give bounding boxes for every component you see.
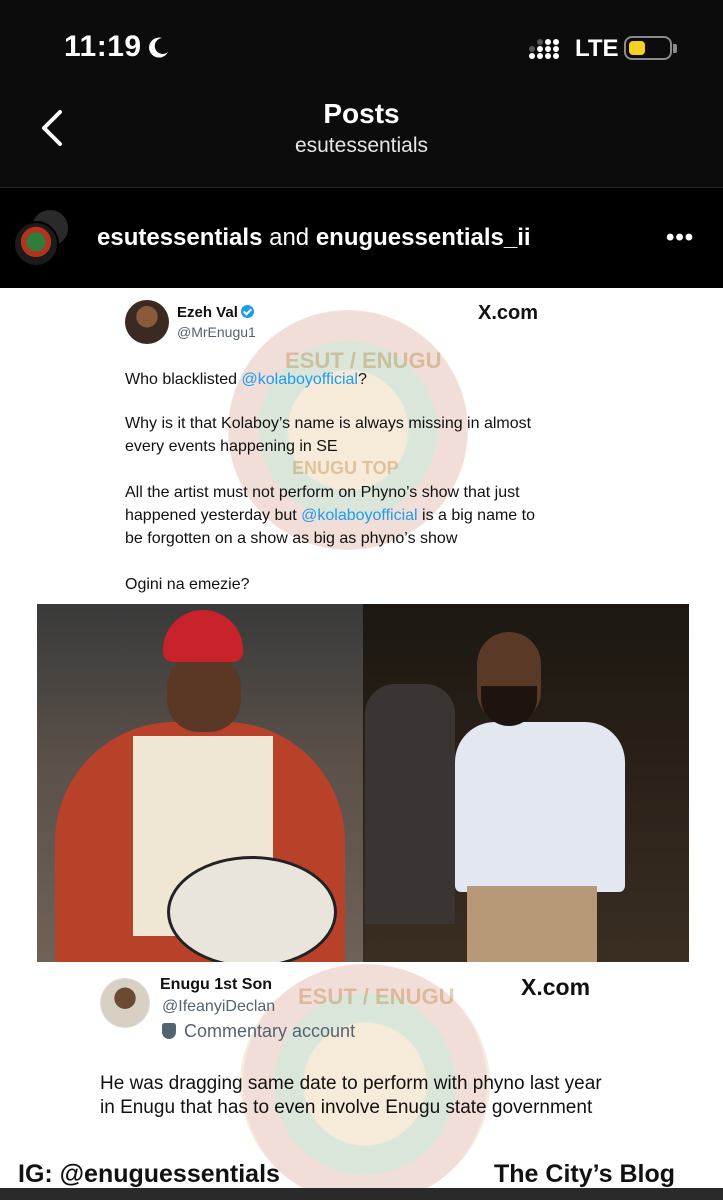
verified-icon xyxy=(240,305,254,318)
tweet2-avatar xyxy=(100,978,150,1028)
page-title: Posts xyxy=(323,98,400,129)
footer-blog-name: The City’s Blog xyxy=(494,1160,676,1188)
mention-link: @kolaboyofficial xyxy=(241,371,358,388)
post-header: esutessentials and enuguessentials_ii ••… xyxy=(0,188,723,288)
tweet1-handle: @MrEnugu1 xyxy=(177,324,256,340)
author-primary-link[interactable]: esutessentials xyxy=(97,224,262,251)
photo-right xyxy=(363,604,689,962)
tweet1-avatar xyxy=(125,300,169,344)
footer-ig-handle: IG: @enuguessentials xyxy=(18,1160,280,1188)
watermark-text-bottom: ESUT / ENUGU xyxy=(298,984,455,1009)
tweet2-author-name: Enugu 1st Son xyxy=(160,976,272,993)
nav-header: Posts esutessentials xyxy=(0,92,723,188)
tweet1-para2: Why is it that Kolaboy’s name is always … xyxy=(125,415,532,455)
battery-icon xyxy=(624,36,672,60)
moon-icon xyxy=(149,37,168,58)
mask-icon xyxy=(162,1023,176,1039)
tweet1-source: X.com xyxy=(478,302,539,324)
tweet2-text: He was dragging same date to perform wit… xyxy=(100,1073,602,1118)
status-time: 11:19 xyxy=(64,30,142,63)
photo-right-pants xyxy=(467,886,597,962)
photo-left-hat xyxy=(163,610,243,662)
battery-tip xyxy=(673,44,677,53)
photo-left-head xyxy=(167,652,241,732)
post-authors: esutessentials and enuguessentials_ii xyxy=(97,224,531,252)
commentary-label: Commentary account xyxy=(162,1021,355,1042)
bottom-edge xyxy=(0,1188,723,1200)
network-label: LTE xyxy=(575,35,619,62)
mention-link: @kolaboyofficial xyxy=(301,507,418,524)
tweet2-source: X.com xyxy=(521,974,591,1000)
status-bar: 11:19 LTE xyxy=(0,0,723,92)
tweet1-photos xyxy=(37,604,689,962)
more-options-icon[interactable]: ••• xyxy=(666,224,694,252)
tweet1-author-name: Ezeh Val xyxy=(177,304,238,321)
tweet1-line1: Who blacklisted @kolaboyofficial? xyxy=(125,371,367,388)
signal-icon xyxy=(529,39,559,59)
avatar-primary[interactable] xyxy=(13,221,59,267)
battery-fill xyxy=(629,41,645,55)
photo-right-beard xyxy=(481,686,537,726)
author-connector: and xyxy=(262,224,316,251)
tweet1-author: Ezeh Val xyxy=(177,304,254,321)
page-subtitle: esutessentials xyxy=(294,134,429,157)
photo-right-shirt xyxy=(455,722,625,892)
photo-right-background-person xyxy=(365,684,455,924)
tweet1-para3: All the artist must not perform on Phyno… xyxy=(125,484,535,547)
tweet2-handle: @IfeanyiDeclan xyxy=(162,998,276,1015)
watermark-text-mid: ENUGU TOP xyxy=(292,458,399,478)
photo-left-shield xyxy=(167,856,337,962)
photo-left xyxy=(37,604,363,962)
author-secondary-link[interactable]: enuguessentials_ii xyxy=(316,224,531,251)
tweet1-para4: Ogini na emezie? xyxy=(125,576,250,593)
post-image[interactable]: ESUT / ENUGU ENUGU TOP ESUT / ENUGU Ezeh… xyxy=(0,288,723,1200)
